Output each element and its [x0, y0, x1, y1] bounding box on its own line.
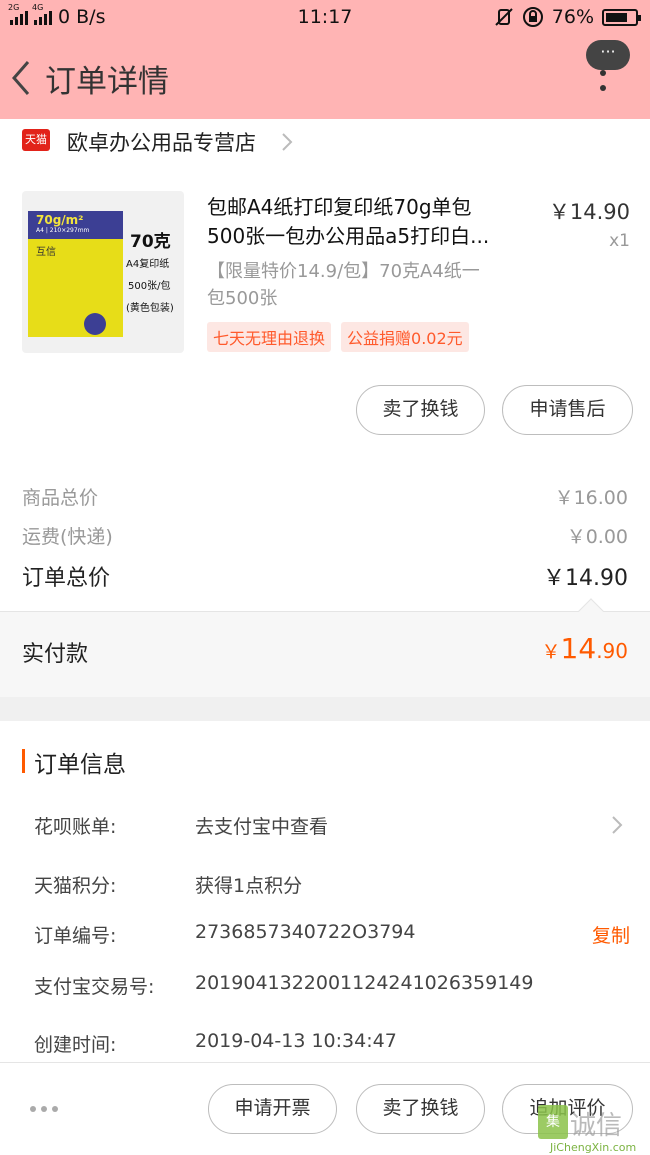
request-invoice-button[interactable]: 申请开票	[208, 1084, 337, 1134]
section-gap	[0, 697, 650, 721]
shipping-value: ￥0.00	[566, 526, 628, 548]
watermark-url: JiChengXin.com	[550, 1141, 637, 1154]
alipay-trade-label: 支付宝交易号:	[34, 976, 155, 998]
order-total-label: 订单总价	[22, 566, 111, 591]
product-title-line-1: 包邮A4纸打印复印纸70g单包	[207, 195, 472, 219]
watermark-logo: 集	[538, 1105, 568, 1139]
product-quantity: x1	[609, 231, 630, 251]
chevron-right-icon	[282, 133, 293, 151]
paid-integer: 14	[560, 632, 597, 665]
paid-decimal: .90	[596, 639, 628, 663]
watermark-text: 诚信	[570, 1111, 623, 1141]
huabei-label: 花呗账单:	[34, 816, 117, 838]
more-vertical-icon[interactable]	[600, 70, 608, 100]
shop-row[interactable]: 天猫 欧卓办公用品专营店	[0, 119, 650, 167]
rotation-lock-icon	[522, 7, 543, 27]
goods-total-value: ￥16.00	[554, 487, 628, 509]
product-image[interactable]: 70g/m² A4 | 210×297mm 互信 70克 A4复印纸 500张/包…	[22, 191, 184, 353]
paid-currency: ￥	[541, 641, 561, 663]
goods-total-label: 商品总价	[22, 487, 99, 509]
shipping-label: 运费(快递)	[22, 526, 113, 548]
order-info-title: 订单信息	[22, 745, 126, 779]
mute-vibrate-icon	[495, 8, 513, 26]
status-bar: 2G 4G 0 B/s 11:17 76%	[0, 0, 650, 34]
image-text-2: 500张/包	[128, 281, 171, 292]
paid-value: ￥14.90	[542, 632, 628, 665]
shipping-row: 运费(快递) ￥0.00	[22, 522, 628, 549]
page-header: 订单详情 ···	[0, 40, 650, 112]
points-label: 天猫积分:	[34, 875, 117, 897]
alipay-trade-value: 2019041322001124241026359149	[195, 972, 534, 994]
sku-line-2: 包500张	[207, 288, 278, 309]
paper-pack-illustration: 70g/m² A4 | 210×297mm 互信	[28, 211, 123, 337]
goods-total-row: 商品总价 ￥16.00	[22, 483, 628, 510]
battery-icon	[602, 8, 641, 26]
created-time-value: 2019-04-13 10:34:47	[195, 1030, 397, 1052]
tmall-badge: 天猫	[22, 129, 50, 151]
more-horizontal-icon[interactable]	[30, 1106, 58, 1112]
product-sku: 【限量特价14.9/包】70克A4纸一 包500张	[207, 258, 537, 312]
product-price: ￥14.90	[548, 200, 630, 224]
points-value: 获得1点积分	[195, 875, 303, 897]
sell-button-bottom[interactable]: 卖了换钱	[356, 1084, 485, 1134]
copy-button[interactable]: 复制	[592, 921, 630, 948]
image-weight-text: 70克	[130, 232, 171, 252]
battery-fill	[606, 12, 627, 22]
back-arrow-icon[interactable]	[8, 58, 38, 98]
order-total-row: 订单总价 ￥14.90	[22, 560, 628, 592]
order-number-label: 订单编号:	[34, 925, 117, 947]
order-number-value: 2736857340722O3794	[195, 921, 416, 943]
sku-line-1: 【限量特价14.9/包】70克A4纸一	[207, 261, 480, 282]
huabei-value[interactable]: 去支付宝中查看	[195, 812, 328, 839]
product-title-line-2: 500张一包办公用品a5打印白...	[207, 224, 490, 248]
service-tags: 七天无理由退换 公益捐赠0.02元	[207, 322, 469, 352]
image-text-1: A4复印纸	[126, 259, 170, 270]
image-text-3: (黄色包装)	[126, 303, 174, 314]
watermark: 集 诚信 JiChengXin.com	[538, 1105, 650, 1155]
sell-button[interactable]: 卖了换钱	[356, 385, 485, 435]
created-time-label: 创建时间:	[34, 1034, 117, 1056]
paid-label: 实付款	[22, 642, 89, 667]
more-bubble[interactable]: ···	[586, 40, 630, 70]
return-policy-tag: 七天无理由退换	[207, 322, 332, 352]
order-total-value: ￥14.90	[543, 566, 628, 591]
chevron-right-icon	[612, 816, 623, 834]
battery-percent: 76%	[551, 6, 594, 28]
top-bar: 2G 4G 0 B/s 11:17 76% 订单详情 ···	[0, 0, 650, 119]
shop-name[interactable]: 欧卓办公用品专营店	[67, 127, 256, 157]
page-title: 订单详情	[45, 64, 169, 100]
after-sale-button[interactable]: 申请售后	[502, 385, 633, 435]
product-title[interactable]: 包邮A4纸打印复印纸70g单包 500张一包办公用品a5打印白...	[207, 193, 527, 251]
paid-amount-block: 实付款 ￥14.90	[0, 612, 650, 697]
charity-tag: 公益捐赠0.02元	[341, 322, 469, 352]
status-right: 76%	[494, 6, 641, 28]
